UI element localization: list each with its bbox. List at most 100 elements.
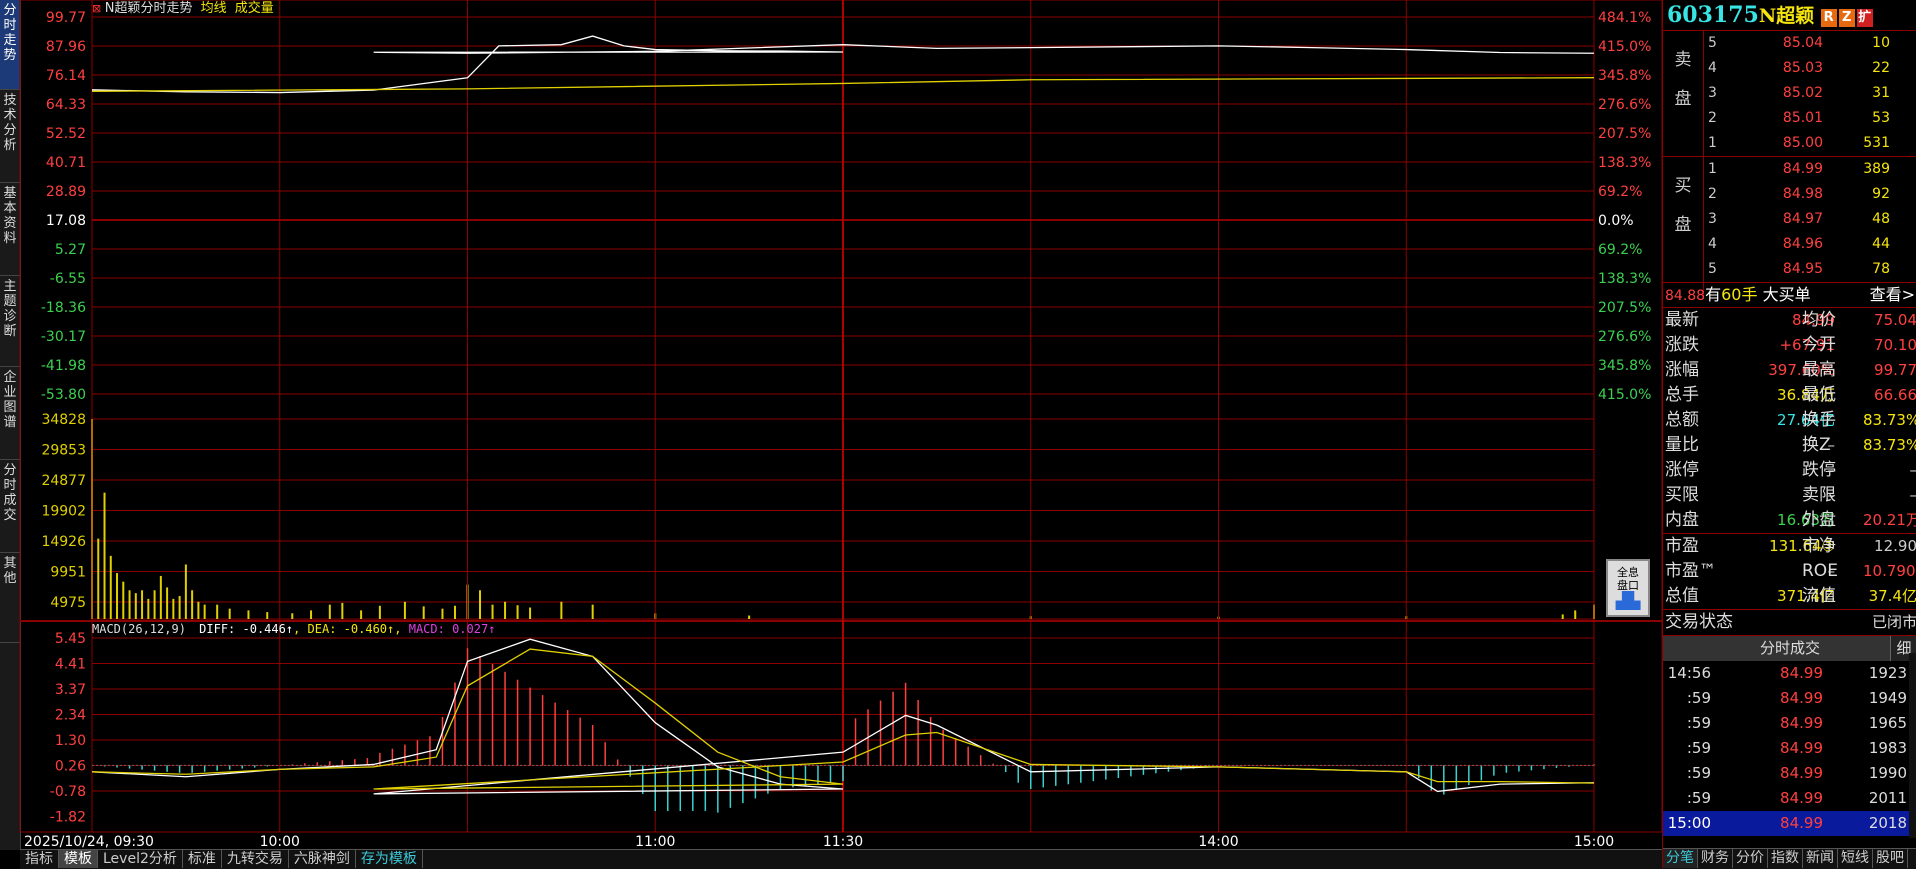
quote-value: 83.73% — [1863, 436, 1916, 454]
quote-label: 最新 — [1665, 310, 1699, 330]
price-tick-label: 40.71 — [46, 155, 86, 171]
volume-label[interactable]: 成交量 — [235, 1, 274, 16]
volume-tick-label: 24877 — [41, 473, 86, 489]
quote-row: 最新 84.99 均价 75.04 — [1663, 308, 1916, 333]
buy-row[interactable]: 5 84.95 78 — [1663, 257, 1916, 282]
trade-volume: 1965 — [1868, 714, 1907, 732]
quote-value: 12.90 — [1874, 537, 1916, 555]
badge-1: R — [1820, 9, 1837, 27]
quote-label: 市盈 — [1665, 536, 1699, 556]
bottom-tab-1[interactable]: 指标 — [20, 850, 59, 868]
sell-row[interactable]: 3 85.02 31 — [1663, 81, 1916, 106]
right-tab-7[interactable]: 股吧 — [1873, 849, 1908, 868]
trade-row[interactable]: :59 84.99 1965 — [1663, 711, 1916, 736]
macd-tick-label: -1.82 — [50, 810, 86, 826]
trade-time: :59 — [1686, 714, 1711, 732]
quote-value: 99.77 — [1874, 361, 1916, 379]
bottom-tab-5[interactable]: 九转交易 — [222, 850, 289, 868]
quote-label: 买限 — [1665, 485, 1699, 505]
bottom-tab-3[interactable]: Level2分析 — [98, 850, 183, 868]
full-disk-line1: 全息 — [1617, 566, 1639, 579]
macd-header: MACD(26,12,9) DIFF: -0.446↑, DEA: -0.460… — [92, 622, 496, 636]
quote-label: 市盈™ — [1665, 561, 1716, 581]
trade-price: 84.99 — [1780, 764, 1823, 782]
buy-row[interactable]: 2 84.98 92 — [1663, 182, 1916, 207]
sell-row[interactable]: 1 85.00 531 — [1663, 131, 1916, 156]
quote-row: 总额 27.64亿 换手 83.73% — [1663, 408, 1916, 433]
view-more-link[interactable]: 查看> — [1870, 283, 1915, 307]
trade-row[interactable]: 15:00 84.99 2018 — [1663, 811, 1916, 836]
trade-price: 84.99 — [1780, 739, 1823, 757]
time-axis-label: 11:30 — [823, 834, 863, 850]
right-tab-4[interactable]: 指数 — [1768, 849, 1803, 868]
buy-volume: 48 — [1872, 211, 1890, 227]
trade-header-label: 分时成交 — [1759, 639, 1820, 657]
right-tab-3[interactable]: 分价 — [1733, 849, 1768, 868]
trade-price: 84.99 — [1780, 814, 1823, 832]
trade-time: 14:56 — [1667, 664, 1711, 682]
quote-label: 市净 — [1802, 536, 1836, 556]
buy-price: 84.97 — [1782, 211, 1823, 227]
trade-price: 84.99 — [1780, 789, 1823, 807]
macd-tick-label: 0.26 — [55, 759, 86, 775]
pct-tick-label: 69.2% — [1598, 184, 1642, 200]
quote-value: – — [1863, 483, 1916, 508]
sell-row[interactable]: 4 85.03 22 — [1663, 56, 1916, 81]
trade-row[interactable]: :59 84.99 1983 — [1663, 736, 1916, 761]
right-tab-5[interactable]: 新闻 — [1803, 849, 1838, 868]
quote-label: 总值 — [1665, 586, 1699, 606]
right-tab-2[interactable]: 财务 — [1698, 849, 1733, 868]
quote-label: 均价 — [1802, 310, 1836, 330]
bottom-tab-6[interactable]: 六脉神剑 — [289, 850, 356, 868]
quote-row: 总值 371.4亿 流值 37.4亿 — [1663, 584, 1916, 609]
trade-row[interactable]: 14:56 84.99 1923 — [1663, 661, 1916, 686]
pct-tick-label: 207.5% — [1598, 126, 1651, 142]
trade-volume: 2011 — [1868, 789, 1907, 807]
bottom-tab-4[interactable]: 标准 — [183, 850, 222, 868]
right-tab-6[interactable]: 短线 — [1838, 849, 1873, 868]
close-chart-icon[interactable]: ⊠ — [92, 2, 105, 15]
sell-row[interactable]: 2 85.01 53 — [1663, 106, 1916, 131]
full-disk-button[interactable]: 全息 盘口 ▟▙ — [1606, 559, 1650, 617]
trade-row[interactable]: :59 84.99 1949 — [1663, 686, 1916, 711]
right-tab-1[interactable]: 分笔 — [1663, 849, 1698, 868]
buy-row[interactable]: 1 84.99 389 — [1663, 157, 1916, 182]
pct-tick-label: 484.1% — [1598, 10, 1651, 26]
price-tick-label: 87.96 — [46, 39, 86, 55]
bar-chart-icon: ▟▙ — [1615, 591, 1641, 610]
right-panel: 603175N超颖 RZ扩 卖盘 5 85.04 10 4 85.03 22 3 85.02 3… — [1662, 0, 1916, 869]
chart-frame — [19, 0, 1662, 833]
trade-row[interactable]: :59 84.99 2011 — [1663, 786, 1916, 811]
pct-tick-label: 276.6% — [1598, 97, 1651, 113]
trade-row[interactable]: :59 84.99 1990 — [1663, 761, 1916, 786]
big-order-bar[interactable]: 84.88有60手 大买单 查看> — [1663, 283, 1916, 308]
pct-tick-label: 345.8% — [1598, 68, 1651, 84]
buy-row[interactable]: 3 84.97 48 — [1663, 207, 1916, 232]
bottom-tabs: 指标 模板 Level2分析 标准 九转交易 六脉神剑 存为模板 — [20, 849, 1680, 869]
sell-price: 85.02 — [1782, 85, 1823, 101]
buy-level: 4 — [1708, 236, 1717, 252]
trade-list: 14:56 84.99 1923:59 84.99 1949:59 84.99 1965:5… — [1663, 661, 1916, 836]
buy-price: 84.95 — [1782, 261, 1823, 277]
volume-tick-label: 29853 — [41, 443, 86, 459]
badge-3: 扩 — [1856, 9, 1873, 27]
trade-scrollbar[interactable] — [1909, 653, 1916, 838]
pct-tick-label: 415.0% — [1598, 387, 1651, 403]
macd-params[interactable]: MACD(26,12,9) — [92, 622, 186, 636]
price-tick-label: 5.27 — [55, 242, 86, 258]
sell-level: 4 — [1708, 60, 1717, 76]
avg-line-label[interactable]: 均线 — [201, 1, 227, 16]
sell-row[interactable]: 5 85.04 10 — [1663, 31, 1916, 56]
trade-header[interactable]: 分时成交细 — [1663, 635, 1916, 661]
trade-price: 84.99 — [1780, 664, 1823, 682]
macd-diff: DIFF: -0.446↑ — [199, 622, 294, 636]
bottom-tab-7[interactable]: 存为模板 — [356, 850, 423, 868]
quote-label: 总额 — [1665, 410, 1699, 430]
quote-label: ROE — [1802, 561, 1838, 581]
volume-tick-label: 19902 — [41, 504, 86, 520]
sell-price: 85.00 — [1782, 135, 1823, 151]
bottom-tab-2[interactable]: 模板 — [59, 850, 98, 868]
buy-row[interactable]: 4 84.96 44 — [1663, 232, 1916, 257]
sell-price: 85.03 — [1782, 60, 1823, 76]
quote-label: 卖限 — [1802, 485, 1836, 505]
